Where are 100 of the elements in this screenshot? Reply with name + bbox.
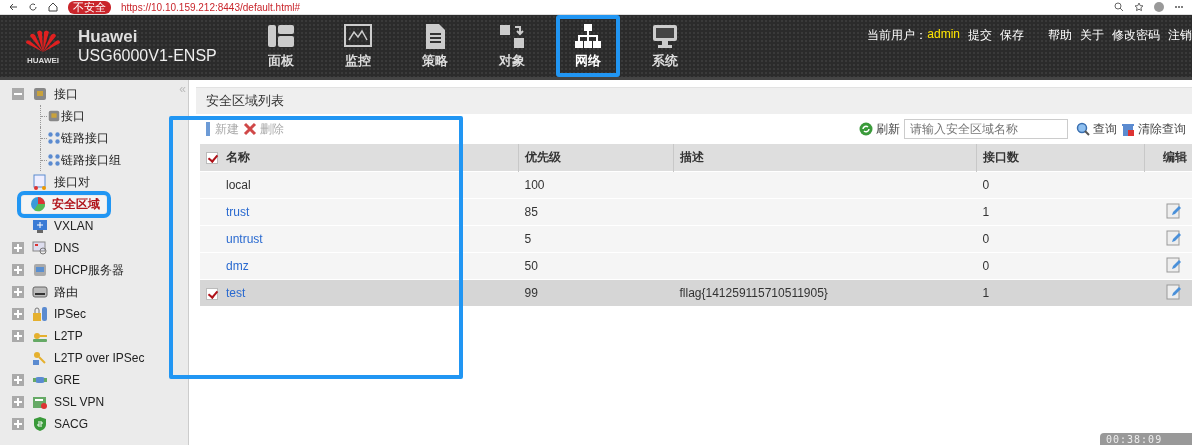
monitor-icon — [32, 218, 48, 234]
table-cell: 0 — [982, 259, 990, 273]
expand-icon[interactable] — [12, 308, 24, 320]
key-icon — [32, 350, 48, 366]
expand-icon[interactable] — [12, 374, 24, 386]
plus-icon — [204, 122, 212, 136]
search-field[interactable]: 请输入安全区域名称 — [904, 119, 1068, 139]
search-icon — [1076, 122, 1090, 136]
table-cell: fllag{141259115710511905} — [679, 286, 828, 300]
sidebar-item[interactable]: GRE — [30, 372, 82, 388]
column-title: 名称 — [226, 150, 250, 164]
sidebar-item[interactable]: VXLAN — [30, 218, 96, 234]
pie-chart-icon — [30, 196, 46, 212]
panel-title: 安全区域列表 — [196, 87, 1192, 114]
address-url[interactable]: https://10.10.159.212:8443/default.html# — [121, 0, 301, 14]
security-badge[interactable]: 不安全 — [68, 0, 111, 14]
linked-nodes-icon — [47, 153, 61, 167]
avatar-icon — [1154, 2, 1164, 12]
refresh-icon — [859, 122, 873, 136]
table-cell: 1 — [982, 205, 990, 219]
lock-icon — [32, 306, 48, 322]
edit-icon[interactable] — [1166, 256, 1183, 273]
table-cell: 50 — [524, 259, 538, 273]
table-row[interactable]: trust 85 1 — [200, 198, 1192, 226]
sidebar-item[interactable]: 路由 — [30, 283, 80, 301]
nav-tab[interactable]: 面板 — [242, 15, 319, 77]
sidebar-item[interactable]: DHCP服务器 — [30, 261, 126, 279]
edit-icon[interactable] — [1166, 229, 1183, 246]
expand-icon[interactable] — [12, 396, 24, 408]
certificate-icon — [32, 394, 48, 410]
delete-icon — [243, 122, 257, 136]
back-icon — [8, 2, 18, 12]
header-link[interactable]: 注销 — [1168, 27, 1192, 44]
table-cell: 99 — [524, 286, 538, 300]
zone-link[interactable]: untrust — [226, 232, 263, 246]
sidebar-item[interactable]: SSL VPN — [30, 394, 107, 410]
brand-name: Huawei — [78, 27, 139, 47]
interface-port-icon — [47, 109, 61, 123]
table-cell: 0 — [982, 232, 990, 246]
sidebar-item[interactable]: SACG — [30, 416, 90, 432]
zone-link[interactable]: test — [226, 286, 246, 300]
zone-link[interactable]: dmz — [226, 259, 249, 273]
network-icon — [573, 22, 603, 50]
sidebar-subitem[interactable]: 链路接口组 — [47, 151, 121, 169]
sidebar-item[interactable]: 接口对 — [30, 173, 92, 191]
edit-icon[interactable] — [1166, 202, 1183, 219]
server-icon — [32, 262, 48, 278]
header-link[interactable]: 修改密码 — [1112, 27, 1160, 44]
sidebar-item[interactable]: L2TP over IPSec — [30, 350, 147, 366]
table-cell: 5 — [524, 232, 532, 246]
sidebar-subitem[interactable]: 链路接口 — [47, 129, 109, 147]
trash-icon — [1121, 122, 1135, 136]
zone-link[interactable]: trust — [226, 205, 250, 219]
shield-icon — [32, 416, 48, 432]
home-icon — [48, 2, 58, 12]
sidebar-item[interactable]: IPSec — [30, 306, 88, 322]
expand-icon[interactable] — [12, 264, 24, 276]
collapse-icon[interactable] — [12, 88, 24, 100]
table-row[interactable]: untrust 5 0 — [200, 225, 1192, 253]
nav-tab[interactable]: 系统 — [626, 15, 703, 77]
sidebar-item[interactable]: DNS — [30, 240, 82, 256]
row-checkbox[interactable] — [206, 287, 218, 300]
header-link[interactable]: 提交 — [968, 27, 992, 44]
refresh-button[interactable]: 刷新 — [859, 120, 900, 138]
current-user-label: 当前用户： — [867, 27, 928, 44]
expand-icon[interactable] — [12, 418, 24, 430]
header-link[interactable]: 关于 — [1080, 27, 1104, 44]
nav-tab[interactable]: 策略 — [396, 15, 473, 77]
username: admin — [927, 27, 960, 41]
expand-icon[interactable] — [12, 286, 24, 298]
column-title: 优先级 — [525, 150, 561, 164]
sidebar-item[interactable]: L2TP — [30, 328, 85, 344]
expand-icon[interactable] — [12, 330, 24, 342]
nav-tab[interactable]: 对象 — [473, 15, 550, 77]
linked-nodes-icon — [47, 131, 61, 145]
device-model: USG6000V1-ENSP — [78, 47, 218, 65]
table-cell: 85 — [524, 205, 538, 219]
nav-tab[interactable]: 网络 — [556, 15, 620, 77]
elapsed-timer: 00:38:09 — [1106, 434, 1163, 445]
dashboard-icon — [265, 22, 296, 50]
query-button[interactable]: 查询 — [1076, 120, 1117, 138]
column-title: 编辑 — [1162, 150, 1187, 164]
header-link[interactable]: 保存 — [1000, 27, 1024, 44]
select-all-checkbox[interactable] — [206, 151, 218, 164]
nav-tab[interactable]: 监控 — [319, 15, 396, 77]
sidebar-subitem[interactable]: 接口 — [47, 107, 85, 125]
table-cell: 1 — [982, 286, 990, 300]
expand-icon[interactable] — [12, 242, 24, 254]
column-title: 描述 — [680, 150, 704, 164]
table-row[interactable]: local 100 0 — [200, 171, 1192, 199]
reload-icon — [28, 2, 38, 12]
table-cell: 100 — [524, 178, 545, 192]
sidebar-item[interactable]: 接口 — [30, 85, 80, 103]
router-icon — [32, 284, 48, 300]
table-row[interactable]: test 99 fllag{141259115710511905} 1 — [200, 279, 1192, 306]
star-icon — [1134, 2, 1144, 12]
table-row[interactable]: dmz 50 0 — [200, 252, 1192, 280]
edit-icon[interactable] — [1166, 283, 1183, 300]
header-link[interactable]: 帮助 — [1048, 27, 1072, 44]
clear-query-button[interactable]: 清除查询 — [1121, 120, 1186, 138]
